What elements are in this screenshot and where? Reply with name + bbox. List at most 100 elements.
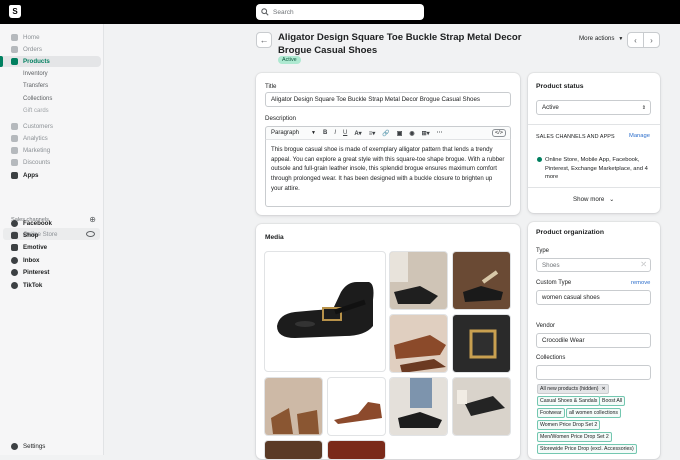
sidebar-item-tiktok[interactable]: TikTok <box>0 280 101 291</box>
sidebar-item-apps[interactable]: Apps <box>0 170 101 181</box>
sidebar-item-customers[interactable]: Customers <box>0 121 101 132</box>
collection-tag[interactable]: Casual Shoes & Sandals <box>537 396 601 406</box>
sidebar-item-analytics[interactable]: Analytics <box>0 133 101 144</box>
status-badge: Active <box>278 56 301 64</box>
collection-tag[interactable]: Storewide Price Drop (excl. Accessories) <box>537 444 637 454</box>
collection-tag[interactable]: Women Price Drop Set 2 <box>537 420 601 430</box>
custom-type-value: women casual shoes <box>542 294 600 301</box>
caret-down-icon: ▼ <box>618 35 624 42</box>
media-image-main[interactable] <box>264 251 386 372</box>
sidebar-item-facebook[interactable]: Facebook <box>0 218 101 229</box>
title-input[interactable]: Aligator Design Square Toe Buckle Strap … <box>265 92 511 107</box>
show-more-button[interactable]: Show more ⌄ <box>573 196 614 203</box>
description-text: This brogue casual shoe is made of exemp… <box>271 146 505 192</box>
collection-tag[interactable]: all women collections <box>566 408 622 418</box>
collection-tag[interactable]: Boost All <box>599 396 626 406</box>
sidebar-item-label: Shop <box>23 232 39 239</box>
align-icon[interactable]: ≡▾ <box>369 130 376 137</box>
shoe-image <box>453 252 510 309</box>
channel-status-dot <box>537 157 542 162</box>
more-options-icon[interactable]: ··· <box>437 130 443 136</box>
description-label: Description <box>265 115 296 122</box>
sidebar-item-label: Emotive <box>23 244 48 251</box>
link-icon[interactable]: 🔗 <box>382 130 389 137</box>
vendor-input[interactable]: Crocodile Wear <box>536 333 651 348</box>
collections-input[interactable] <box>536 365 651 380</box>
sidebar-item-emotive[interactable]: Emotive <box>0 242 101 253</box>
media-heading: Media <box>265 234 284 241</box>
sidebar-item-inventory[interactable]: Inventory <box>23 69 48 79</box>
text-color-icon[interactable]: A▾ <box>354 130 361 137</box>
sidebar-item-label: Facebook <box>23 220 52 227</box>
bold-icon[interactable]: B <box>323 130 327 136</box>
sidebar-item-products[interactable]: Products <box>0 56 101 67</box>
collection-tag[interactable]: Men/Women Price Drop Set 2 <box>537 432 612 442</box>
sidebar-item-collections[interactable]: Collections <box>23 94 52 104</box>
sidebar-item-label: Orders <box>23 46 42 53</box>
more-actions-button[interactable]: More actions ▼ <box>579 35 623 42</box>
previous-product-button[interactable]: ‹ <box>628 33 644 47</box>
remove-link[interactable]: remove <box>631 280 650 286</box>
search-input[interactable]: Search <box>256 4 424 20</box>
back-button[interactable]: ← <box>256 32 272 48</box>
italic-icon[interactable]: I <box>334 130 336 136</box>
shopify-logo-icon[interactable]: S <box>9 5 21 18</box>
shoe-image <box>390 315 447 372</box>
sidebar-item-home[interactable]: Home <box>0 32 101 43</box>
description-editor[interactable]: This brogue casual shoe is made of exemp… <box>265 140 511 207</box>
media-image-3[interactable] <box>452 251 511 310</box>
code-view-icon[interactable]: </> <box>492 129 506 137</box>
collection-tag[interactable]: Footwear <box>537 408 565 418</box>
marketing-icon <box>11 147 18 154</box>
media-image-9[interactable] <box>452 377 511 436</box>
sidebar-item-label: Inbox <box>23 257 40 264</box>
facebook-icon <box>11 220 18 227</box>
collection-tag[interactable]: All new products (hidden) ✕ <box>537 384 609 394</box>
custom-type-input[interactable]: women casual shoes <box>536 290 651 305</box>
more-actions-label: More actions <box>579 35 615 42</box>
media-image-2[interactable] <box>389 251 448 310</box>
sidebar-item-orders[interactable]: Orders <box>0 44 101 55</box>
sidebar-item-inbox[interactable]: Inbox <box>0 255 101 266</box>
underline-icon[interactable]: U <box>343 130 347 136</box>
image-icon[interactable]: ▣ <box>397 130 403 137</box>
sidebar-item-pinterest[interactable]: Pinterest <box>0 267 101 278</box>
search-placeholder: Search <box>273 8 294 16</box>
sidebar-item-label: Home <box>23 34 40 41</box>
status-select[interactable]: Active ⇕ <box>536 100 651 115</box>
sidebar-item-gift-cards[interactable]: Gift cards <box>23 106 49 116</box>
shoe-image <box>390 378 447 435</box>
media-image-8[interactable] <box>389 377 448 436</box>
emotive-icon <box>11 244 18 251</box>
media-image-7[interactable] <box>327 377 386 436</box>
next-product-button[interactable]: › <box>644 33 659 47</box>
collection-tag-label: All new products (hidden) <box>540 386 599 392</box>
sidebar-item-marketing[interactable]: Marketing <box>0 145 101 156</box>
close-icon[interactable]: ✕ <box>602 386 606 392</box>
show-more-label: Show more <box>573 196 605 203</box>
paragraph-format-select[interactable]: Paragraph ▼ <box>271 130 316 136</box>
media-image-10[interactable] <box>264 440 323 460</box>
sidebar-item-shop[interactable]: Shop <box>0 230 101 241</box>
arrow-left-icon: ← <box>259 35 269 45</box>
customer-icon <box>11 123 18 130</box>
video-icon[interactable]: ◉ <box>409 130 414 137</box>
product-status-card <box>528 73 660 213</box>
sidebar-item-label: Pinterest <box>23 269 50 276</box>
inbox-icon <box>11 257 18 264</box>
media-image-6[interactable] <box>264 377 323 436</box>
top-bar: S Search <box>0 0 680 24</box>
type-input-value: Shoes <box>542 261 560 269</box>
sidebar-item-discounts[interactable]: Discounts <box>0 157 101 168</box>
sidebar-item-transfers[interactable]: Transfers <box>23 81 48 91</box>
media-image-11[interactable] <box>327 440 386 460</box>
table-icon[interactable]: ⊞▾ <box>422 130 430 137</box>
gear-icon <box>11 443 18 450</box>
sidebar-item-settings[interactable]: Settings <box>0 441 101 452</box>
clear-icon[interactable]: ⤫ <box>641 262 646 269</box>
manage-link[interactable]: Manage <box>629 133 650 139</box>
sidebar-item-label: Products <box>23 58 50 65</box>
media-image-5[interactable] <box>452 314 511 373</box>
type-input[interactable]: Shoes ⤫ <box>536 258 651 272</box>
media-image-4[interactable] <box>389 314 448 373</box>
